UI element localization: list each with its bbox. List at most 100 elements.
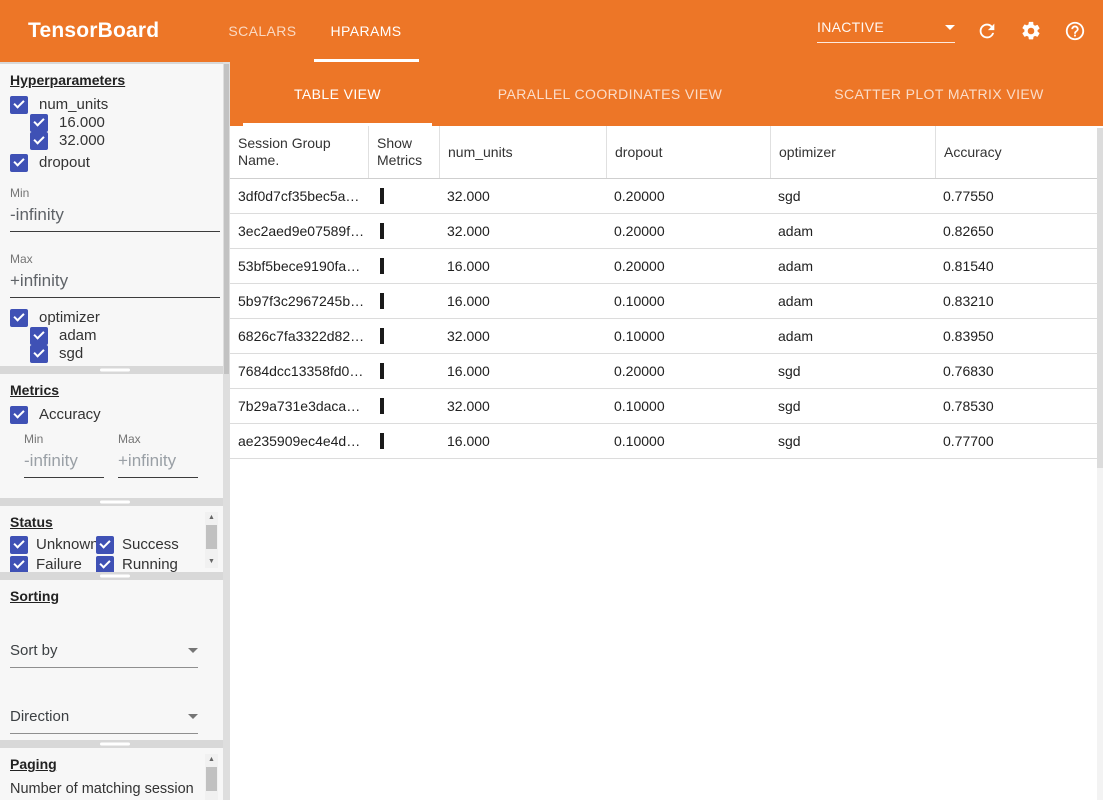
section-sorting: Sorting Sort by Direction <box>0 580 230 740</box>
scrollbar-thumb[interactable] <box>1097 128 1103 468</box>
checkbox-32[interactable] <box>30 132 48 150</box>
show-metrics-checkbox[interactable] <box>380 258 384 274</box>
num-units-cell: 16.000 <box>439 363 606 379</box>
col-num-units[interactable]: num_units <box>439 126 606 178</box>
max-label: Max <box>10 252 220 266</box>
section-resize-divider[interactable] <box>0 366 230 374</box>
settings-button[interactable] <box>1019 19 1043 43</box>
dropout-cell: 0.20000 <box>606 223 770 239</box>
hparam-value-adam[interactable]: adam <box>30 327 220 345</box>
col-session-group-name[interactable]: Session Group Name. <box>230 126 368 178</box>
table-row[interactable]: 7b29a731e3daca… 32.000 0.10000 sgd 0.785… <box>230 389 1103 424</box>
dropout-cell: 0.10000 <box>606 433 770 449</box>
col-show-metrics[interactable]: Show Metrics <box>368 126 439 178</box>
checkbox-optimizer[interactable] <box>10 309 28 327</box>
tab-hparams[interactable]: HPARAMS <box>314 0 419 62</box>
col-accuracy[interactable]: Accuracy <box>935 126 1103 178</box>
checkbox-16[interactable] <box>30 114 48 132</box>
scroll-up-icon[interactable]: ▲ <box>205 754 218 766</box>
app-title: TensorBoard <box>28 19 159 43</box>
checkbox-accuracy[interactable] <box>10 406 28 424</box>
dropout-cell: 0.10000 <box>606 398 770 414</box>
checkbox-success[interactable] <box>96 536 114 554</box>
scrollbar-thumb[interactable] <box>206 767 217 791</box>
drag-handle[interactable] <box>100 501 130 504</box>
gear-icon <box>1020 20 1042 42</box>
optimizer-cell: sgd <box>770 398 935 414</box>
accuracy-cell: 0.78530 <box>935 398 1103 414</box>
hparam-value-32[interactable]: 32.000 <box>30 132 220 150</box>
table-row[interactable]: 3ec2aed9e07589f… 32.000 0.20000 adam 0.8… <box>230 214 1103 249</box>
scrollbar-thumb[interactable] <box>224 64 229 374</box>
hparam-dropout[interactable]: dropout <box>10 154 220 172</box>
checkbox-adam[interactable] <box>30 327 48 345</box>
tab-scatter-plot-matrix-view[interactable]: SCATTER PLOT MATRIX VIEW <box>775 62 1103 126</box>
run-status-select[interactable]: INACTIVE <box>817 19 955 43</box>
section-resize-divider[interactable] <box>0 740 230 748</box>
section-resize-divider[interactable] <box>0 572 230 580</box>
sort-by-select[interactable]: Sort by <box>10 642 198 668</box>
show-metrics-checkbox[interactable] <box>380 223 384 239</box>
table-row[interactable]: 53bf5bece9190fa… 16.000 0.20000 adam 0.8… <box>230 249 1103 284</box>
tab-scalars[interactable]: SCALARS <box>211 0 313 62</box>
session-group-name: 5b97f3c2967245b… <box>230 293 368 309</box>
session-groups-table: Session Group Name. Show Metrics num_uni… <box>230 126 1103 459</box>
status-scrollbar[interactable]: ▲ ▼ <box>205 512 218 568</box>
dropout-cell: 0.10000 <box>606 328 770 344</box>
metric-accuracy[interactable]: Accuracy <box>10 406 220 424</box>
hparam-num-units[interactable]: num_units <box>10 96 220 114</box>
table-row[interactable]: 5b97f3c2967245b… 16.000 0.10000 adam 0.8… <box>230 284 1103 319</box>
show-metrics-checkbox[interactable] <box>380 293 384 309</box>
hparam-optimizer[interactable]: optimizer <box>10 309 220 327</box>
scrollbar-thumb[interactable] <box>206 525 217 549</box>
help-button[interactable] <box>1063 19 1087 43</box>
checkbox-num-units[interactable] <box>10 96 28 114</box>
hparam-label: num_units <box>39 96 108 114</box>
show-metrics-checkbox[interactable] <box>380 328 384 344</box>
session-group-name: 53bf5bece9190fa… <box>230 258 368 274</box>
accuracy-cell: 0.76830 <box>935 363 1103 379</box>
tab-parallel-coordinates-view[interactable]: PARALLEL COORDINATES VIEW <box>445 62 775 126</box>
show-metrics-checkbox[interactable] <box>380 398 384 414</box>
min-label: Min <box>10 186 220 200</box>
max-input[interactable]: +infinity <box>118 448 198 478</box>
drag-handle[interactable] <box>100 743 130 746</box>
metric-min-field: Min -infinity <box>24 432 104 478</box>
sidebar-scrollbar[interactable] <box>223 62 230 800</box>
table-row[interactable]: ae235909ec4e4d… 16.000 0.10000 sgd 0.777… <box>230 424 1103 459</box>
col-dropout[interactable]: dropout <box>606 126 770 178</box>
drag-handle[interactable] <box>100 369 130 372</box>
max-input[interactable]: +infinity <box>10 268 220 298</box>
hparam-value-sgd[interactable]: sgd <box>30 345 220 363</box>
accuracy-cell: 0.77550 <box>935 188 1103 204</box>
status-unknown[interactable]: Unknown <box>10 536 96 554</box>
table-row[interactable]: 7684dcc13358fd0… 16.000 0.20000 sgd 0.76… <box>230 354 1103 389</box>
show-metrics-checkbox[interactable] <box>380 188 384 204</box>
show-metrics-checkbox[interactable] <box>380 363 384 379</box>
checkbox-unknown[interactable] <box>10 536 28 554</box>
col-optimizer[interactable]: optimizer <box>770 126 935 178</box>
scroll-down-icon[interactable]: ▼ <box>205 556 218 568</box>
status-success[interactable]: Success <box>96 536 220 554</box>
num-units-cell: 16.000 <box>439 293 606 309</box>
table-row[interactable]: 3df0d7cf35bec5a… 32.000 0.20000 sgd 0.77… <box>230 179 1103 214</box>
checkbox-dropout[interactable] <box>10 154 28 172</box>
content-scrollbar[interactable] <box>1097 128 1103 800</box>
section-resize-divider[interactable] <box>0 498 230 506</box>
min-input[interactable]: -infinity <box>10 202 220 232</box>
checkbox-sgd[interactable] <box>30 345 48 363</box>
show-metrics-checkbox[interactable] <box>380 433 384 449</box>
reload-button[interactable] <box>975 19 999 43</box>
drag-handle[interactable] <box>100 575 130 578</box>
scroll-up-icon[interactable]: ▲ <box>205 512 218 524</box>
value-label: adam <box>59 327 97 345</box>
section-paging: Paging Number of matching session groups… <box>0 748 230 800</box>
table-row[interactable]: 6826c7fa3322d82… 32.000 0.10000 adam 0.8… <box>230 319 1103 354</box>
hparam-value-16[interactable]: 16.000 <box>30 114 220 132</box>
min-input[interactable]: -infinity <box>24 448 104 478</box>
session-group-name: 3df0d7cf35bec5a… <box>230 188 368 204</box>
tab-table-view[interactable]: TABLE VIEW <box>230 62 445 126</box>
paging-heading: Paging <box>10 756 220 772</box>
paging-scrollbar[interactable]: ▲ <box>205 754 218 800</box>
direction-select[interactable]: Direction <box>10 708 198 734</box>
